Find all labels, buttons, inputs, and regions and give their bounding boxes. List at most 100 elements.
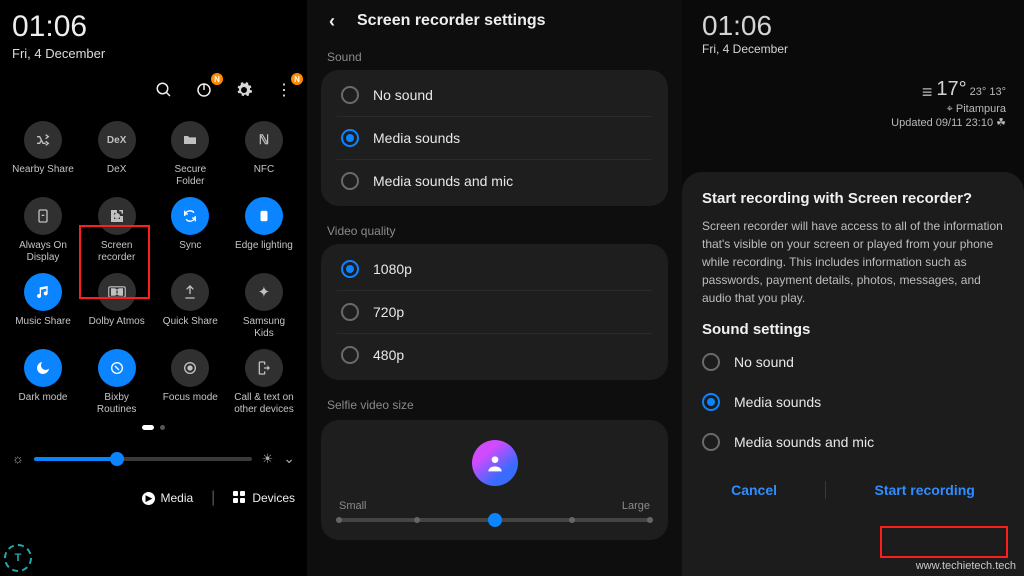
radio-option[interactable]: No sound [337, 74, 652, 117]
more-icon[interactable]: ⋮N [273, 79, 295, 101]
gear-icon[interactable] [233, 79, 255, 101]
grid-icon [233, 491, 247, 505]
badge-n-icon: N [211, 73, 223, 85]
radio-option[interactable]: Media sounds and mic [702, 422, 1004, 462]
section-quality-label: Video quality [327, 224, 668, 238]
lock-clock: 01:06 [702, 10, 1004, 42]
highlight-start-recording [880, 526, 1008, 558]
tile-bixby-routines[interactable]: Bixby Routines [86, 349, 148, 415]
tile-label: Quick Share [163, 316, 218, 338]
media-label: Media [160, 491, 193, 505]
tile-label: DeX [107, 164, 126, 186]
weather-temp: 17° [936, 78, 966, 100]
radio-option[interactable]: Media sounds [702, 382, 1004, 422]
radio-icon [702, 353, 720, 371]
tile-nearby-share[interactable]: Nearby Share [12, 121, 74, 187]
radio-icon [702, 393, 720, 411]
tile-label: Call & text on other devices [233, 392, 295, 415]
devices-button[interactable]: Devices [233, 489, 295, 507]
dialog-title: Start recording with Screen recorder? [702, 190, 1004, 207]
radio-option[interactable]: Media sounds and mic [337, 160, 652, 202]
radio-option[interactable]: 480p [337, 334, 652, 376]
tile-music-share[interactable]: Music Share [12, 273, 74, 339]
selfie-size-slider[interactable] [339, 518, 650, 522]
radio-option[interactable]: 720p [337, 291, 652, 334]
media-button[interactable]: ▶Media [142, 489, 193, 507]
tile-focus-mode[interactable]: Focus mode [159, 349, 221, 415]
tile-label: Focus mode [163, 392, 218, 414]
shuffle-icon [24, 121, 62, 159]
sync-icon [171, 197, 209, 235]
focus-icon [171, 349, 209, 387]
start-recording-dialog: Start recording with Screen recorder? Sc… [682, 172, 1024, 576]
radio-option[interactable]: 1080p [337, 248, 652, 291]
tile-label: Edge lighting [235, 240, 293, 262]
radio-icon [341, 172, 359, 190]
chevron-down-icon[interactable]: ⌄ [283, 450, 295, 467]
edge-icon [245, 197, 283, 235]
page-title: Screen recorder settings [357, 12, 546, 30]
radio-icon [341, 303, 359, 321]
radio-label: Media sounds [734, 394, 821, 410]
highlight-screen-recorder [79, 225, 150, 299]
radio-icon [341, 346, 359, 364]
radio-icon [702, 433, 720, 451]
section-selfie-label: Selfie video size [327, 398, 668, 412]
weather-hilo: 23° 13° [970, 86, 1006, 98]
cancel-button[interactable]: Cancel [721, 476, 787, 504]
tile-dex[interactable]: DeX DeX [86, 121, 148, 187]
section-sound-label: Sound [327, 50, 668, 64]
tile-label: Music Share [15, 316, 71, 338]
tile-label: Nearby Share [12, 164, 74, 186]
weather-updated: Updated 09/11 23:10 ☘ [891, 116, 1006, 129]
brightness-low-icon: ☼ [12, 451, 24, 466]
lock-date: Fri, 4 December [702, 42, 1004, 56]
tile-quick-share[interactable]: Quick Share [159, 273, 221, 339]
quick-settings-panel: 01:06 Fri, 4 December N ⋮N Nearby ShareD… [0, 0, 307, 576]
brightness-high-icon: ☀ [262, 451, 274, 467]
large-label: Large [622, 500, 650, 512]
tile-label: Always On Display [12, 240, 74, 263]
tile-label: NFC [254, 164, 275, 186]
quick-icon [171, 273, 209, 311]
radio-label: 480p [373, 347, 404, 363]
tile-secure-folder[interactable]: Secure Folder [159, 121, 221, 187]
tile-samsung-kids[interactable]: ✦Samsung Kids [233, 273, 295, 339]
kids-icon: ✦ [245, 273, 283, 311]
avatar-icon [472, 440, 518, 486]
devices-label: Devices [252, 491, 295, 505]
power-icon[interactable]: N [193, 79, 215, 101]
radio-label: 720p [373, 304, 404, 320]
radio-label: Media sounds [373, 130, 460, 146]
search-icon[interactable] [153, 79, 175, 101]
radio-label: No sound [734, 354, 794, 370]
tile-always-on-display[interactable]: Always On Display [12, 197, 74, 263]
tile-nfc[interactable]: ℕ NFC [233, 121, 295, 187]
sound-settings-heading: Sound settings [702, 321, 1004, 338]
separator [825, 481, 826, 499]
radio-label: No sound [373, 87, 433, 103]
selfie-size-card: Small Large [321, 420, 668, 540]
radio-option[interactable]: Media sounds [337, 117, 652, 160]
dialog-body: Screen recorder will have access to all … [702, 217, 1004, 307]
recorder-settings-panel: ‹ Screen recorder settings Sound No soun… [307, 0, 682, 576]
tile-edge-lighting[interactable]: Edge lighting [233, 197, 295, 263]
start-recording-button[interactable]: Start recording [865, 476, 985, 504]
small-label: Small [339, 500, 367, 512]
brightness-slider[interactable]: ☼ ☀ ⌄ [12, 450, 295, 467]
tile-dark-mode[interactable]: Dark mode [12, 349, 74, 415]
watermark: www.techietech.tech [916, 560, 1016, 572]
badge-n-icon: N [291, 73, 303, 85]
radio-icon [341, 129, 359, 147]
back-icon[interactable]: ‹ [321, 10, 343, 32]
weather-widget[interactable]: ≡17° 23° 13° ⌖ Pitampura Updated 09/11 2… [891, 78, 1006, 129]
tile-label: Sync [179, 240, 201, 262]
nfc-icon: ℕ [245, 121, 283, 159]
radio-label: Media sounds and mic [734, 434, 874, 450]
dex-icon: DeX [98, 121, 136, 159]
tile-label: Secure Folder [159, 164, 221, 187]
tile-call-text-on-other-devices[interactable]: Call & text on other devices [233, 349, 295, 415]
radio-option[interactable]: No sound [702, 342, 1004, 382]
tile-sync[interactable]: Sync [159, 197, 221, 263]
weather-loc: ⌖ Pitampura [891, 103, 1006, 116]
